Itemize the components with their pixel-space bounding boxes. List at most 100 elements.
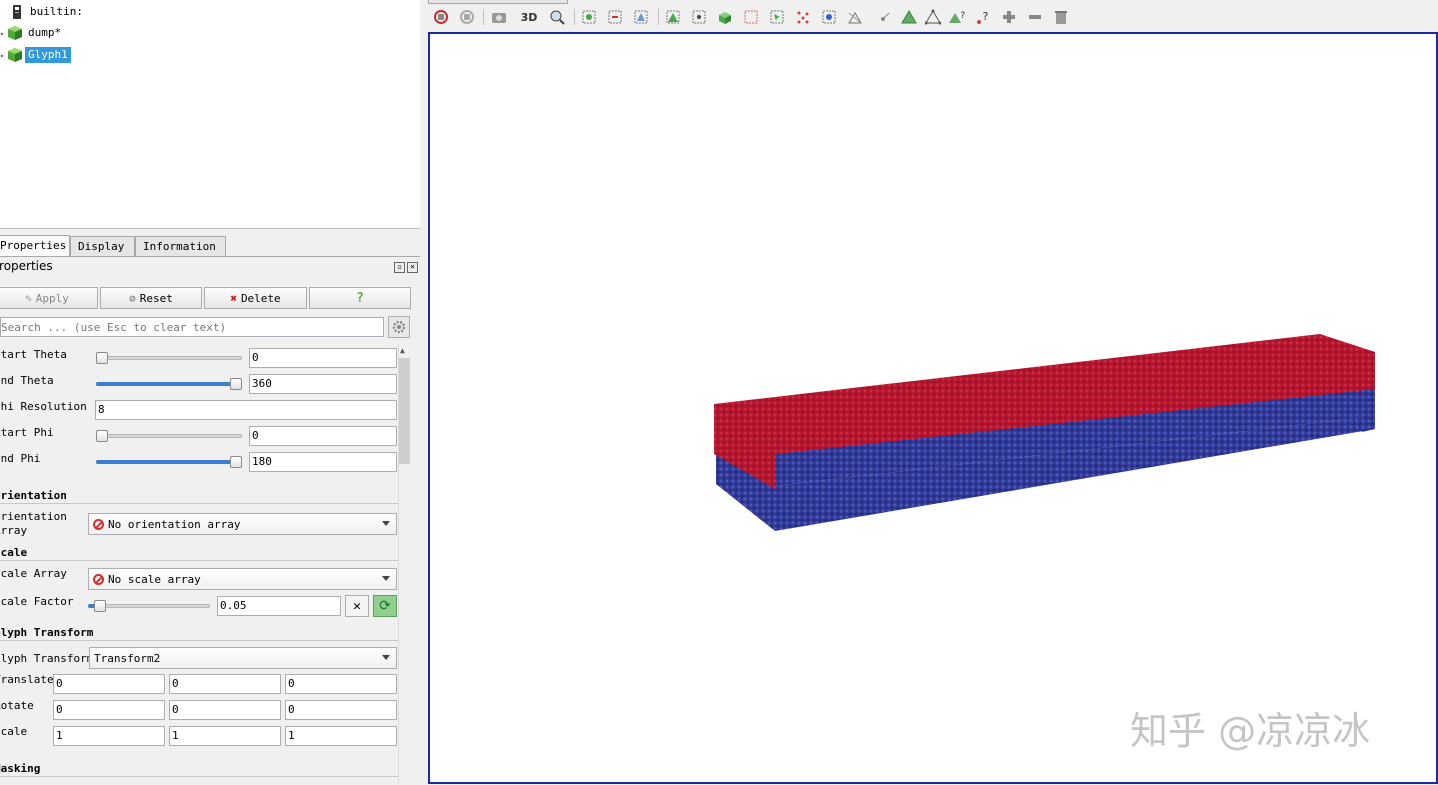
scale-y-field[interactable]: 1 — [169, 726, 281, 746]
trash-icon[interactable] — [1052, 8, 1070, 26]
translate-label: Translate — [0, 673, 54, 686]
gear-icon[interactable] — [388, 316, 410, 338]
end-phi-field[interactable]: 180 — [249, 452, 397, 472]
refresh-scale-button[interactable]: ⟳ — [373, 595, 397, 617]
apply-label: Apply — [35, 291, 69, 305]
start-theta-slider[interactable] — [96, 356, 242, 360]
scale-x-field[interactable]: 1 — [53, 726, 165, 746]
glyph-transform-value: Transform2 — [94, 651, 161, 665]
apply-icon: ✎ — [25, 291, 32, 305]
tab-information[interactable]: Information — [135, 236, 226, 256]
start-theta-field[interactable]: 0 — [249, 348, 397, 368]
tab-display[interactable]: Display — [70, 236, 135, 256]
rotate-y-field[interactable]: 0 — [169, 700, 281, 720]
eye-cube-icon[interactable] — [8, 48, 22, 62]
scale-factor-field[interactable]: 0.05 — [217, 596, 341, 616]
camera-icon[interactable] — [490, 8, 508, 26]
select-frustum-icon[interactable] — [632, 8, 650, 26]
orientation-array-select[interactable]: No orientation array — [88, 513, 397, 535]
view-tab-stub — [428, 0, 568, 4]
query-point-icon[interactable]: ? — [974, 8, 992, 26]
select-points-icon[interactable] — [606, 8, 624, 26]
orientation-array-value: No orientation array — [108, 517, 241, 531]
zoom-to-box-icon[interactable] — [548, 8, 566, 26]
end-phi-fill — [96, 460, 236, 464]
render-view[interactable] — [428, 32, 1438, 784]
select-block-icon[interactable] — [716, 8, 734, 26]
grow-selection-icon[interactable] — [846, 8, 864, 26]
phi-resolution-field[interactable]: 8 — [95, 400, 397, 420]
divider — [0, 503, 398, 504]
splitter[interactable] — [420, 0, 428, 784]
start-phi-handle[interactable] — [96, 430, 108, 442]
scale-array-select[interactable]: No scale array — [88, 568, 397, 590]
pipeline-item-label: builtin: — [30, 5, 83, 18]
orientation-array-label-2: Array — [0, 524, 28, 537]
shrink-selection-icon[interactable] — [876, 8, 894, 26]
scale-array-value: No scale array — [108, 572, 201, 586]
scale-factor-label: Scale Factor — [0, 595, 74, 608]
pipeline-item-glyph1[interactable]: ▸ Glyph1 — [0, 46, 71, 64]
clear-scale-button[interactable]: ✕ — [345, 595, 369, 617]
chevron-down-icon — [382, 655, 390, 660]
glyph-transform-select[interactable]: Transform2 — [89, 647, 397, 669]
end-phi-handle[interactable] — [230, 456, 242, 468]
help-button[interactable]: ? — [309, 287, 411, 309]
reset-camera-closest-icon[interactable] — [458, 8, 476, 26]
start-phi-field[interactable]: 0 — [249, 426, 397, 446]
toggle-3d-button[interactable]: 3D — [520, 8, 538, 26]
triangle-outline-icon[interactable] — [924, 8, 942, 26]
scale-label: Scale — [0, 725, 28, 738]
scroll-up-icon[interactable]: ▲ — [400, 346, 405, 355]
expand-icon[interactable]: ▸ — [0, 51, 8, 60]
x-icon: ✕ — [353, 598, 361, 614]
eye-cube-icon[interactable] — [8, 26, 22, 40]
minus-icon[interactable] — [1026, 8, 1044, 26]
end-theta-field[interactable]: 360 — [249, 374, 397, 394]
triangle-icon[interactable] — [900, 8, 918, 26]
reset-button[interactable]: ⊘ Reset — [100, 287, 202, 309]
tab-properties[interactable]: Properties — [0, 235, 70, 257]
end-theta-fill — [96, 382, 236, 386]
interactive-select-icon[interactable] — [768, 8, 786, 26]
start-theta-handle[interactable] — [96, 352, 108, 364]
hover-cells-icon[interactable] — [820, 8, 838, 26]
close-icon[interactable]: ✕ — [407, 262, 418, 273]
delete-button[interactable]: ✖ Delete — [204, 287, 307, 309]
end-theta-handle[interactable] — [230, 378, 242, 390]
hover-points-icon[interactable] — [794, 8, 812, 26]
search-input[interactable] — [0, 317, 384, 337]
delete-icon: ✖ — [230, 291, 237, 305]
translate-z-field[interactable]: 0 — [285, 674, 397, 694]
float-icon[interactable]: ▫ — [394, 262, 405, 273]
translate-x-field[interactable]: 0 — [53, 674, 165, 694]
select-cells-icon[interactable] — [580, 8, 598, 26]
pipeline-item-builtin[interactable]: builtin: — [10, 3, 86, 21]
rotate-x-field[interactable]: 0 — [53, 700, 165, 720]
masking-section: Masking — [0, 762, 41, 775]
particle-render — [714, 334, 1375, 531]
query-triangle-icon[interactable]: ? — [948, 8, 966, 26]
delete-label: Delete — [240, 291, 281, 305]
divider — [0, 776, 398, 777]
scale-factor-slider[interactable] — [88, 604, 210, 608]
watermark: 知乎 @凉凉冰 — [1130, 709, 1371, 753]
pipeline-item-label: dump* — [28, 26, 62, 39]
select-surface-points-icon[interactable] — [690, 8, 708, 26]
select-polygon-icon[interactable] — [742, 8, 760, 26]
plus-icon[interactable] — [1000, 8, 1018, 26]
pipeline-item-dump[interactable]: ▸ dump* — [0, 24, 64, 42]
expand-icon[interactable]: ▸ — [0, 29, 8, 38]
scale-array-label: Scale Array — [0, 567, 67, 580]
start-phi-label: Start Phi — [0, 426, 54, 439]
rotate-z-field[interactable]: 0 — [285, 700, 397, 720]
apply-button[interactable]: ✎ Apply — [0, 287, 98, 309]
scrollbar-thumb[interactable] — [399, 358, 410, 464]
scale-factor-handle[interactable] — [93, 600, 106, 612]
reset-camera-icon[interactable] — [432, 8, 450, 26]
start-phi-slider[interactable] — [96, 434, 242, 438]
scale-z-field[interactable]: 1 — [285, 726, 397, 746]
select-surface-cells-icon[interactable] — [664, 8, 682, 26]
translate-y-field[interactable]: 0 — [169, 674, 281, 694]
chevron-down-icon — [382, 521, 390, 526]
